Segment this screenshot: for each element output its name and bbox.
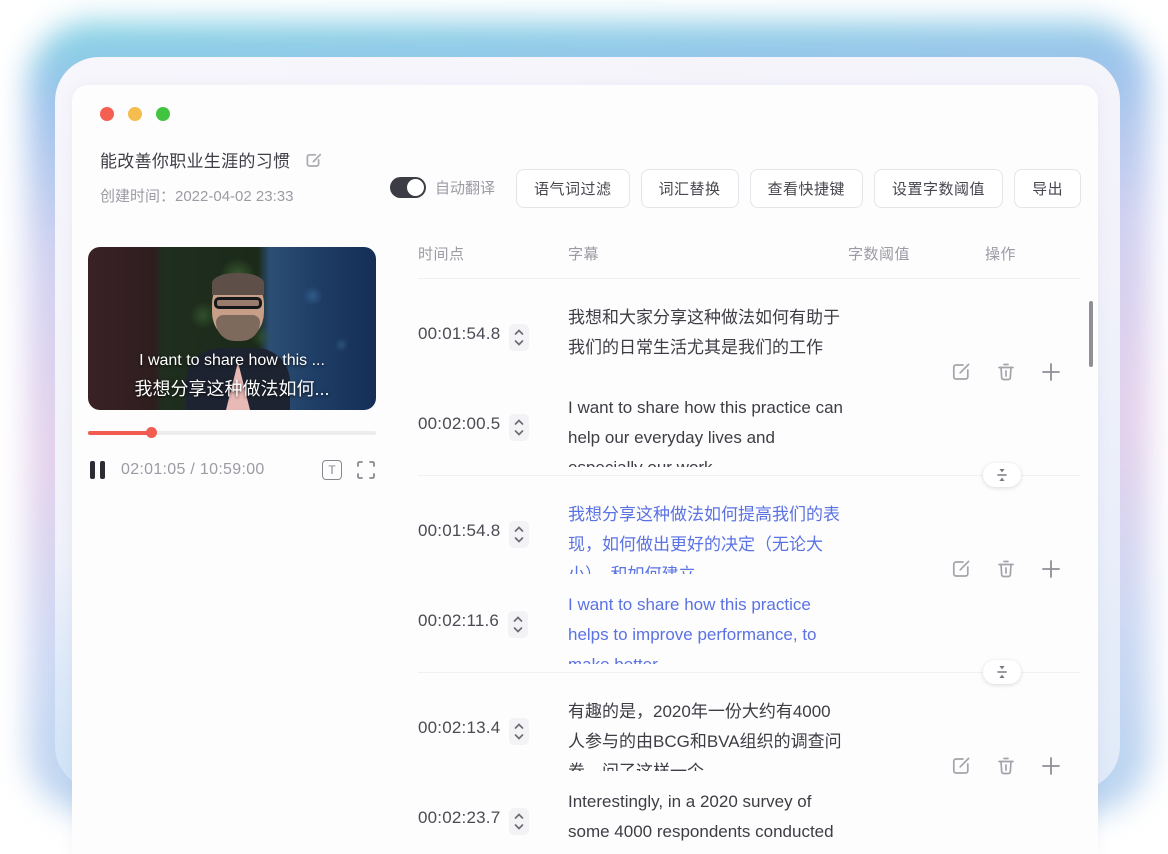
fullscreen-icon[interactable] bbox=[356, 460, 376, 480]
time-stepper[interactable] bbox=[509, 414, 530, 441]
row-actions bbox=[950, 558, 1062, 585]
subtitle-text-en[interactable]: Interestingly, in a 2020 survey of some … bbox=[568, 787, 845, 854]
time-stepper[interactable] bbox=[509, 521, 530, 548]
seek-handle[interactable] bbox=[146, 427, 158, 438]
column-header-threshold: 字数阈值 bbox=[848, 246, 911, 263]
time-stepper[interactable] bbox=[508, 611, 529, 638]
delete-row-icon[interactable] bbox=[995, 361, 1017, 388]
seek-bar[interactable] bbox=[88, 427, 376, 439]
timestamp: 00:01:54.8 bbox=[418, 324, 501, 343]
close-window-button[interactable] bbox=[100, 107, 114, 121]
time-stepper[interactable] bbox=[509, 324, 530, 351]
page-title: 能改善你职业生涯的习惯 bbox=[100, 152, 291, 171]
subtitle-text-zh[interactable]: 有趣的是，2020年一份大约有4000人参与的由BCG和BVA组织的调查问卷，问… bbox=[568, 697, 845, 771]
row-actions bbox=[950, 361, 1062, 388]
auto-translate-label: 自动翻译 bbox=[435, 180, 496, 197]
export-button[interactable]: 导出 bbox=[1014, 169, 1082, 208]
add-row-icon[interactable] bbox=[1040, 361, 1062, 388]
maximize-window-button[interactable] bbox=[156, 107, 170, 121]
subtitle-row-group: 00:02:13.4 有趣的是，2020年一份大约有4000人参与的由BCG和B… bbox=[418, 673, 1080, 854]
video-subtitle-zh: 我想分享这种做法如何... bbox=[134, 379, 330, 399]
pause-button[interactable] bbox=[90, 461, 105, 479]
playback-time: 02:01:05 / 10:59:00 bbox=[121, 461, 265, 478]
row-actions bbox=[950, 755, 1062, 782]
seek-fill bbox=[88, 431, 152, 435]
timestamp: 00:02:11.6 bbox=[418, 611, 500, 630]
app-window: 能改善你职业生涯的习惯 创建时间：2022-04-02 23:33 自动翻译 语… bbox=[0, 0, 1168, 854]
edit-row-icon[interactable] bbox=[950, 361, 972, 388]
delete-row-icon[interactable] bbox=[995, 755, 1017, 782]
toolbar: 语气词过滤 词汇替换 查看快捷键 设置字数阈值 导出 bbox=[516, 169, 1082, 208]
subtitle-table: 时间点 字幕 字数阈值 操作 00:01:54.8 我想和大家分享这种做法如何有… bbox=[418, 235, 1080, 854]
video-subtitle-en: I want to share how this ... bbox=[139, 352, 325, 369]
word-replace-button[interactable]: 词汇替换 bbox=[640, 169, 739, 208]
column-header-subtitle: 字幕 bbox=[568, 246, 600, 263]
add-row-icon[interactable] bbox=[1040, 558, 1062, 585]
video-player[interactable]: I want to share how this ... 我想分享这种做法如何.… bbox=[88, 247, 376, 410]
timestamp: 00:02:00.5 bbox=[418, 414, 501, 433]
timestamp: 00:02:13.4 bbox=[418, 718, 501, 737]
subtitle-toggle-icon[interactable]: T bbox=[322, 460, 342, 480]
main-card: 能改善你职业生涯的习惯 创建时间：2022-04-02 23:33 自动翻译 语… bbox=[72, 85, 1098, 854]
shortcut-help-button[interactable]: 查看快捷键 bbox=[749, 169, 864, 208]
subtitle-text-zh[interactable]: 我想和大家分享这种做法如何有助于我们的日常生活尤其是我们的工作 bbox=[568, 303, 845, 377]
window-controls bbox=[100, 107, 170, 121]
minimize-window-button[interactable] bbox=[128, 107, 142, 121]
edit-title-icon[interactable] bbox=[305, 152, 323, 175]
auto-translate-toggle[interactable] bbox=[390, 177, 426, 198]
add-row-icon[interactable] bbox=[1040, 755, 1062, 782]
subtitle-text-zh[interactable]: 我想分享这种做法如何提高我们的表现，如何做出更好的决定（无论大小）、和如何建立 bbox=[568, 500, 845, 574]
table-scrollbar[interactable] bbox=[1089, 301, 1093, 367]
timestamp: 00:01:54.8 bbox=[418, 521, 501, 540]
subtitle-row-group-translated: 00:01:54.8 我想分享这种做法如何提高我们的表现，如何做出更好的决定（无… bbox=[418, 476, 1080, 684]
filler-word-filter-button[interactable]: 语气词过滤 bbox=[516, 169, 630, 208]
delete-row-icon[interactable] bbox=[995, 558, 1017, 585]
column-header-actions: 操作 bbox=[985, 246, 1017, 263]
edit-row-icon[interactable] bbox=[950, 558, 972, 585]
time-stepper[interactable] bbox=[509, 808, 530, 835]
column-header-time: 时间点 bbox=[418, 246, 465, 263]
time-stepper[interactable] bbox=[509, 718, 530, 745]
video-subtitle-overlay: I want to share how this ... 我想分享这种做法如何.… bbox=[88, 348, 376, 404]
subtitle-text-en[interactable]: I want to share how this practice helps … bbox=[568, 590, 845, 664]
edit-row-icon[interactable] bbox=[950, 755, 972, 782]
timestamp: 00:02:23.7 bbox=[418, 808, 501, 827]
created-time: 创建时间：2022-04-02 23:33 bbox=[100, 188, 294, 205]
toggle-knob bbox=[407, 179, 424, 196]
subtitle-row-group: 00:01:54.8 我想和大家分享这种做法如何有助于我们的日常生活尤其是我们的… bbox=[418, 279, 1080, 487]
subtitle-text-en[interactable]: I want to share how this practice can he… bbox=[568, 393, 845, 467]
char-threshold-button[interactable]: 设置字数阈值 bbox=[874, 169, 1004, 208]
